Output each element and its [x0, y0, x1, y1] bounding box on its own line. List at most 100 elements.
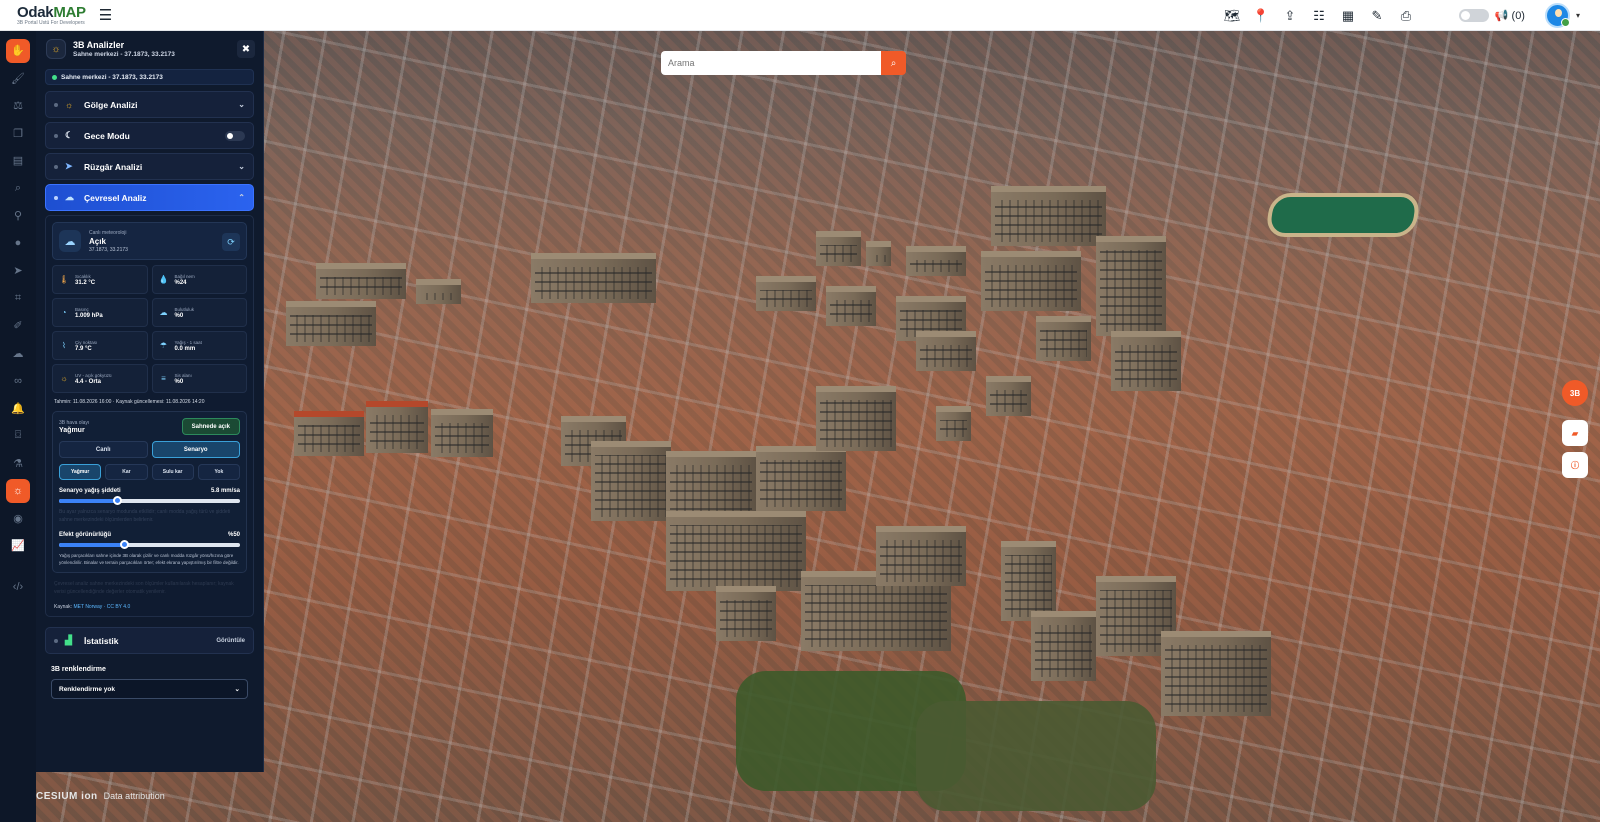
app-logo[interactable]: OdakMAP 3B Portal Ustü For Developers — [17, 5, 86, 26]
data-source: Kaynak: MET Norway · CC BY 4.0 — [54, 604, 245, 610]
current-weather: ☁ Canlı meteoroloji Açık 37.1873, 33.217… — [52, 222, 247, 260]
camera-icon[interactable]: ⌼ — [6, 424, 30, 448]
metric-value: 4.4 - Orta — [75, 378, 102, 385]
intensity-slider[interactable] — [59, 496, 240, 505]
menu-icon[interactable]: ☰ — [99, 6, 112, 24]
thermometer-icon: 🌡 — [59, 275, 70, 284]
theme-toggle[interactable] — [1458, 9, 1489, 22]
building — [316, 263, 406, 299]
icon-rail: ✋ 🖌 ⚖ ❐ ▤ ⌕ ⚲ ● ➤ ⌗ ✐ ☁ ∞ 🔔 ⌼ ⚗ ☼ ◉ 📈 ‹/… — [0, 31, 36, 822]
umbrella-icon: ☂ — [159, 341, 168, 350]
layers-map-icon[interactable]: 🗺 — [1224, 8, 1241, 24]
data-attribution-link[interactable]: Data attribution — [104, 791, 165, 801]
location-pin-icon[interactable]: 📍 — [1253, 8, 1269, 24]
mode-live-button[interactable]: Canlı — [59, 441, 148, 458]
analysis-panel: ☼ 3B Analizler Sahne merkezi - 37.1873, … — [36, 31, 264, 772]
avatar[interactable] — [1544, 3, 1570, 28]
source-value[interactable]: MET Norway · CC BY 4.0 — [73, 604, 130, 610]
chevron-down-icon[interactable]: ▾ — [1576, 11, 1580, 20]
accordion-shadow[interactable]: ☼ Gölge Analizi ⌄ — [45, 91, 254, 118]
brush-icon[interactable]: 🖌 — [6, 67, 30, 91]
search-bar: ⌕ — [661, 51, 906, 75]
slider-knob[interactable] — [112, 496, 122, 505]
metric-label: Yağış - 1 saat — [174, 339, 202, 345]
coloring-select[interactable]: Renklendirme yok ⌄ — [51, 679, 248, 700]
mode-scenario-button[interactable]: Senaryo — [151, 441, 240, 458]
building — [416, 279, 461, 304]
panel-header: ☼ 3B Analizler Sahne merkezi - 37.1873, … — [36, 31, 263, 67]
upload-icon[interactable]: ⇪ — [1282, 8, 1298, 24]
building — [366, 401, 428, 453]
circle-icon[interactable]: ● — [6, 232, 30, 256]
type-none-button[interactable]: Yok — [197, 464, 240, 480]
chevron-down-icon: ⌄ — [234, 686, 240, 694]
type-snow-button[interactable]: Kar — [105, 464, 148, 480]
search-icon[interactable]: ⌕ — [6, 177, 30, 201]
link-icon[interactable]: ∞ — [6, 369, 30, 393]
chevron-down-icon: ⌄ — [238, 100, 245, 109]
building — [986, 376, 1031, 416]
toggle-3d-button[interactable]: 3B — [1562, 380, 1588, 406]
accordion-environment[interactable]: ☁ Çevresel Analiz ⌃ — [45, 184, 254, 211]
metric-value: 31.2 °C — [75, 279, 96, 286]
visibility-slider[interactable] — [59, 540, 240, 549]
building — [981, 251, 1081, 311]
slider-knob[interactable] — [120, 540, 130, 549]
metric-cell: 💧 Bağıl nem %24 — [151, 265, 247, 294]
metric-cell: 🌡 Sıcaklık 31.2 °C — [52, 265, 148, 294]
info-icon[interactable]: ⓘ — [1562, 452, 1588, 478]
cloud-icon: ☁ — [59, 230, 81, 252]
metric-cell: ☁ Bulutluluk %0 — [151, 298, 247, 327]
accordion-statistics[interactable]: ▟ İstatistik Görüntüle — [45, 627, 254, 655]
chevron-down-icon: ⌄ — [238, 162, 245, 171]
metric-label: Sis alanı — [174, 372, 192, 378]
scenario-label: 3B hava olayı — [59, 419, 90, 426]
notification-count: (0) — [1511, 9, 1525, 22]
pin-icon[interactable]: ⚲ — [6, 204, 30, 228]
search-button[interactable]: ⌕ — [881, 51, 906, 75]
flask-icon[interactable]: ⚗ — [6, 452, 30, 476]
refresh-icon[interactable]: ⟳ — [222, 233, 240, 251]
coloring-label: 3B renklendirme — [51, 666, 106, 674]
navigate-icon[interactable]: ➤ — [6, 259, 30, 283]
bullet — [54, 102, 58, 107]
crop-icon[interactable]: ⌗ — [6, 287, 30, 311]
basemap-icon[interactable]: ▰ — [1562, 420, 1588, 446]
accordion-night-mode[interactable]: ☾ Gece Modu — [45, 122, 254, 149]
notification-button[interactable]: 📢 (0) — [1495, 9, 1525, 23]
copy-icon[interactable]: ❐ — [6, 122, 30, 146]
type-rain-button[interactable]: Yağmur — [59, 464, 102, 480]
building — [294, 411, 364, 456]
qr-code-icon[interactable]: ▦ — [1340, 8, 1356, 24]
metric-cell: ☂ Yağış - 1 saat 0.0 mm — [151, 331, 247, 360]
view-stats-link[interactable]: Görüntüle — [216, 638, 245, 644]
scenario-note: Yağış parçacıkları sahne içinde 3B olara… — [59, 553, 239, 565]
type-sleet-button[interactable]: Sulu kar — [151, 464, 194, 480]
3d-analysis-icon[interactable]: ☼ — [6, 479, 30, 503]
sliders-icon[interactable]: ☷ — [1311, 8, 1327, 24]
cesium-logo[interactable]: CESIUM ion — [36, 791, 98, 802]
chart-icon[interactable]: 📈 — [6, 534, 30, 558]
eye-icon[interactable]: ◉ — [6, 507, 30, 531]
night-mode-switch[interactable] — [225, 130, 245, 141]
metric-value: 0.0 mm — [174, 345, 196, 352]
metric-cell: ≡ Sis alanı %0 — [151, 364, 247, 393]
accordion-label: Rüzgâr Analizi — [84, 161, 143, 172]
scale-icon[interactable]: ⚖ — [6, 94, 30, 118]
map-3d-view[interactable]: 3B ▰ ⓘ — [36, 31, 1600, 822]
accordion-label: İstatistik — [84, 635, 119, 646]
close-icon[interactable]: ✖ — [237, 40, 255, 58]
edit-icon[interactable]: ✐ — [6, 314, 30, 338]
open-in-scene-button[interactable]: Sahnede açık — [181, 418, 240, 435]
search-input[interactable] — [661, 51, 881, 75]
hand-icon[interactable]: ✋ — [6, 39, 30, 63]
bell-icon[interactable]: 🔔 — [6, 397, 30, 421]
cloud-icon[interactable]: ☁ — [6, 342, 30, 366]
accordion-wind[interactable]: ➤ Rüzgâr Analizi ⌄ — [45, 153, 254, 180]
table-icon[interactable]: ▤ — [6, 149, 30, 173]
print-icon[interactable]: ⎙ — [1398, 8, 1414, 24]
code-icon[interactable]: ‹/› — [6, 576, 30, 600]
mode-toggle: Canlı Senaryo — [59, 441, 240, 458]
draw-icon[interactable]: ✎ — [1369, 8, 1385, 24]
bar-chart-icon: ▟ — [65, 635, 72, 646]
